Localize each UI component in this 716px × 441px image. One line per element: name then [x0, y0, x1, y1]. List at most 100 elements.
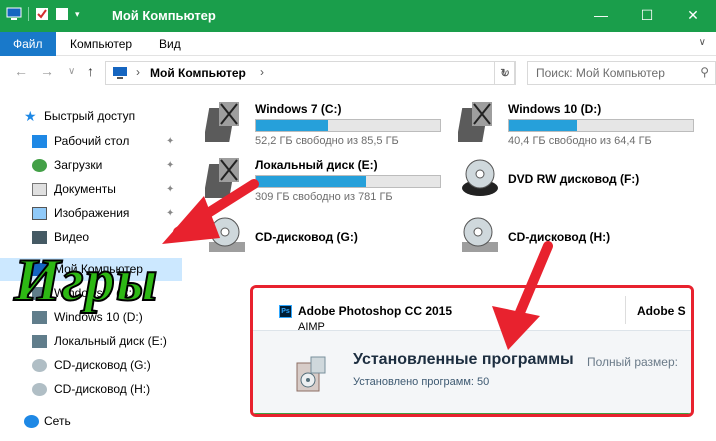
total-size-label: Полный размер:: [587, 355, 678, 369]
close-icon[interactable]: ✕: [670, 0, 716, 32]
network-icon: [24, 415, 39, 428]
breadcrumb-chevron-icon[interactable]: ›: [136, 65, 140, 79]
program-name: Adobe Photoshop CC 2015: [298, 304, 453, 318]
installed-programs-summary: Установленные программы Полный размер: У…: [253, 330, 691, 414]
sidebar-item-label: Изображения: [54, 206, 130, 220]
tab-view[interactable]: Вид: [146, 32, 194, 56]
sidebar-item-downloads[interactable]: Загрузки ✦: [0, 154, 182, 177]
progress-line: [253, 413, 691, 414]
forward-icon[interactable]: →: [40, 63, 54, 79]
pin-icon[interactable]: ✦: [166, 202, 174, 225]
hard-drive-icon: [458, 102, 492, 142]
hard-drive-icon: [205, 158, 239, 198]
computer-icon: [113, 67, 127, 79]
maximize-icon[interactable]: ☐: [624, 0, 670, 32]
ribbon: Файл Компьютер Вид ∨: [0, 32, 716, 56]
customize-toolbar-icon[interactable]: ▾: [75, 9, 80, 20]
drive-tile-h[interactable]: CD-дисковод (H:): [448, 208, 698, 268]
cd-drive-icon: [209, 217, 245, 252]
drive-name: CD-дисковод (H:): [508, 230, 611, 244]
sidebar-item-label: Windows 10 (D:): [54, 310, 143, 324]
sidebar-item-label: CD-дисковод (G:): [54, 358, 151, 372]
drive-tile-c[interactable]: Windows 7 (C:) 52,2 ГБ свободно из 85,5 …: [195, 94, 445, 154]
sidebar-item-drive-e[interactable]: Локальный диск (E:): [0, 330, 182, 353]
drive-name: DVD RW дисковод (F:): [508, 172, 640, 186]
sidebar-item-my-computer[interactable]: Мой Компьютер: [0, 258, 182, 281]
document-icon: [32, 183, 47, 196]
drive-tile-d[interactable]: Windows 10 (D:) 40,4 ГБ свободно из 64,4…: [448, 94, 698, 154]
quick-access-toolbar: ▾: [6, 7, 80, 21]
drive-tile-e[interactable]: Локальный диск (E:) 309 ГБ свободно из 7…: [195, 150, 445, 210]
window-controls: — ☐ ✕: [578, 0, 716, 32]
program-row[interactable]: Ps Adobe Photoshop CC 2015 Adobe S AIMP: [253, 288, 691, 333]
pin-icon[interactable]: ✦: [166, 178, 174, 201]
sidebar-item-images[interactable]: Изображения ✦: [0, 202, 182, 225]
drive-icon: [32, 311, 47, 324]
title-bar: ▾ Мой Компьютер — ☐ ✕: [0, 0, 716, 32]
sidebar-item-video[interactable]: Видео: [0, 226, 182, 249]
image-icon: [32, 207, 47, 220]
sidebar-item-network[interactable]: Сеть: [0, 410, 182, 433]
sidebar-item-drive-c[interactable]: Windows 7 (C:): [0, 282, 182, 305]
window-title: Мой Компьютер: [112, 8, 216, 23]
sidebar-item-label: Мой Компьютер: [54, 262, 143, 276]
sidebar-item-drive-d[interactable]: Windows 10 (D:): [0, 306, 182, 329]
computer-icon: [32, 263, 47, 276]
star-icon: ★: [24, 108, 37, 124]
address-row: ← → ∨ ↑ › Мой Компьютер › ∨ ↻ Поиск: Мой…: [0, 57, 716, 89]
sidebar-item-label: Загрузки: [54, 158, 103, 172]
cd-drive-icon: [32, 359, 47, 372]
up-icon[interactable]: ↑: [87, 63, 94, 79]
back-icon[interactable]: ←: [14, 63, 28, 79]
drive-tile-f[interactable]: DVD RW дисковод (F:): [448, 150, 698, 210]
installed-count: Установлено программ: 50: [353, 376, 490, 388]
drive-free-space: 40,4 ГБ свободно из 64,4 ГБ: [508, 135, 652, 147]
installed-programs-title: Установленные программы: [353, 351, 574, 368]
sidebar-item-label: Сеть: [44, 414, 71, 428]
pin-icon[interactable]: ✦: [166, 154, 174, 177]
drive-name: Windows 7 (C:): [255, 102, 342, 116]
download-icon: [32, 159, 47, 172]
search-icon: ⚲: [700, 65, 709, 79]
breadcrumb-chevron-icon[interactable]: ›: [260, 65, 264, 79]
new-folder-icon[interactable]: [55, 7, 69, 21]
sidebar-item-desktop[interactable]: Рабочий стол ✦: [0, 130, 182, 153]
navigation-pane: ★ Быстрый доступ Рабочий стол ✦ Загрузки…: [0, 100, 182, 441]
toolbar-divider: [28, 7, 29, 21]
drive-usage-bar: [508, 119, 694, 132]
cd-drive-icon: [32, 383, 47, 396]
search-input[interactable]: Поиск: Мой Компьютер ⚲: [527, 61, 716, 85]
hard-drive-icon: [205, 102, 239, 142]
refresh-button[interactable]: ↻: [494, 61, 516, 85]
tab-computer[interactable]: Компьютер: [57, 32, 145, 56]
drive-tile-g[interactable]: CD-дисковод (G:): [195, 208, 445, 268]
sidebar-item-label: Документы: [54, 182, 116, 196]
dvd-drive-icon: [462, 159, 498, 196]
sidebar-item-drive-g[interactable]: CD-дисковод (G:): [0, 354, 182, 377]
drive-free-space: 309 ГБ свободно из 781 ГБ: [255, 191, 393, 203]
breadcrumb[interactable]: Мой Компьютер: [150, 66, 246, 80]
sidebar-item-quick-access[interactable]: ★ Быстрый доступ: [0, 105, 182, 128]
photoshop-icon: Ps: [279, 305, 292, 318]
recent-locations-icon[interactable]: ∨: [68, 66, 75, 77]
drive-usage-fill: [256, 120, 328, 131]
drive-name: CD-дисковод (G:): [255, 230, 358, 244]
drive-usage-fill: [509, 120, 578, 131]
drive-icon: [32, 335, 47, 348]
address-bar[interactable]: › Мой Компьютер › ∨: [105, 61, 515, 85]
program-name-next: Adobe S: [637, 304, 686, 318]
properties-icon[interactable]: [35, 7, 49, 21]
sidebar-item-label: Локальный диск (E:): [54, 334, 167, 348]
sidebar-item-label: CD-дисковод (H:): [54, 382, 151, 396]
expand-ribbon-icon[interactable]: ∨: [699, 37, 706, 48]
minimize-icon[interactable]: —: [578, 0, 624, 32]
pin-icon[interactable]: ✦: [166, 130, 174, 153]
search-placeholder: Поиск: Мой Компьютер: [536, 66, 665, 80]
sidebar-item-documents[interactable]: Документы ✦: [0, 178, 182, 201]
installed-programs-callout: Ps Adobe Photoshop CC 2015 Adobe S AIMP …: [250, 285, 694, 417]
sidebar-item-drive-h[interactable]: CD-дисковод (H:): [0, 378, 182, 401]
tab-file[interactable]: Файл: [0, 32, 56, 56]
sidebar-item-label: Рабочий стол: [54, 134, 130, 148]
drive-usage-bar: [255, 119, 441, 132]
video-icon: [32, 231, 47, 244]
